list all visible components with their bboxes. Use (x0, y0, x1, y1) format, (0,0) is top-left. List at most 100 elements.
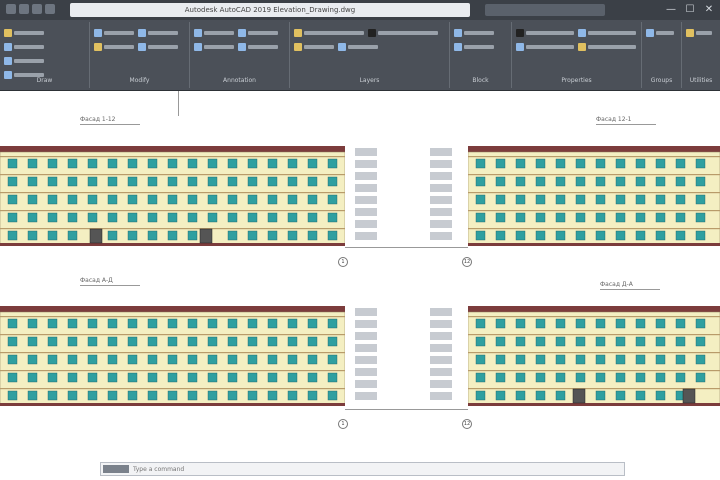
window (655, 230, 666, 241)
leader-tool-button[interactable] (194, 42, 234, 52)
window (127, 372, 138, 383)
circle-tool-button[interactable] (4, 56, 44, 66)
view-title: Фасад А-Д (80, 277, 140, 286)
window (695, 354, 706, 365)
window (287, 176, 298, 187)
plinth (468, 403, 720, 406)
window (695, 212, 706, 223)
window (515, 176, 526, 187)
window (615, 158, 626, 169)
window (7, 372, 18, 383)
trim-tool-button[interactable] (138, 42, 178, 52)
lineweight-dropdown[interactable] (516, 42, 574, 52)
table-tool-button[interactable] (238, 42, 278, 52)
window (207, 318, 218, 329)
undo-icon[interactable] (45, 4, 55, 14)
group-button[interactable] (646, 28, 674, 38)
close-button[interactable]: ✕ (702, 3, 716, 17)
window (47, 336, 58, 347)
window (267, 354, 278, 365)
match-properties-button[interactable] (578, 42, 636, 52)
window (535, 176, 546, 187)
rotate-tool-button[interactable] (94, 42, 134, 52)
linetype-dropdown[interactable] (578, 28, 636, 38)
floor-line (0, 156, 345, 158)
window (207, 354, 218, 365)
minimize-button[interactable]: — (664, 3, 678, 17)
dimension-tool-button[interactable] (238, 28, 278, 38)
polyline-tool-button[interactable] (4, 42, 44, 52)
axis-mark: 1 (338, 419, 348, 429)
window (495, 194, 506, 205)
window (515, 230, 526, 241)
move-tool-button[interactable] (94, 28, 134, 38)
window (7, 176, 18, 187)
create-block-button[interactable] (454, 42, 494, 52)
level-markers (355, 308, 377, 404)
window (127, 390, 138, 401)
window (595, 354, 606, 365)
new-icon[interactable] (6, 4, 16, 14)
window (475, 194, 486, 205)
command-icon[interactable] (103, 465, 129, 473)
ribbon-panel-modify: Modify (90, 22, 190, 88)
window (207, 212, 218, 223)
measure-button[interactable] (686, 28, 712, 38)
ribbon-panel-properties: Properties (512, 22, 642, 88)
window (535, 194, 546, 205)
window (147, 176, 158, 187)
window (67, 212, 78, 223)
text-tool-button[interactable] (194, 28, 234, 38)
insert-block-button[interactable] (454, 28, 494, 38)
floor-line (0, 370, 345, 372)
save-icon[interactable] (32, 4, 42, 14)
window (495, 212, 506, 223)
facade-drawing (468, 306, 720, 406)
floor-line (468, 192, 720, 194)
window (555, 158, 566, 169)
window (575, 372, 586, 383)
window (167, 158, 178, 169)
entrance-door (89, 228, 103, 244)
color-dropdown[interactable] (516, 28, 574, 38)
window (147, 230, 158, 241)
window (695, 158, 706, 169)
window (695, 176, 706, 187)
window (307, 372, 318, 383)
window (167, 390, 178, 401)
window (327, 336, 338, 347)
window (307, 176, 318, 187)
maximize-button[interactable]: ☐ (683, 3, 697, 17)
window (515, 212, 526, 223)
layer-off-button[interactable] (294, 42, 334, 52)
window (515, 194, 526, 205)
window (147, 318, 158, 329)
window (495, 336, 506, 347)
command-input[interactable] (133, 464, 613, 474)
search-input[interactable] (485, 4, 605, 16)
window (595, 390, 606, 401)
layer-freeze-button[interactable] (338, 42, 378, 52)
drawing-canvas[interactable]: Фасад 1-12 Фасад 12-1 Фасад А-Д Фасад Д-… (0, 91, 720, 456)
window (675, 372, 686, 383)
window (327, 318, 338, 329)
line-tool-button[interactable] (4, 28, 44, 38)
roof (0, 306, 345, 312)
window (207, 176, 218, 187)
window (575, 318, 586, 329)
window (187, 336, 198, 347)
window (247, 318, 258, 329)
leader-line (178, 91, 179, 116)
copy-tool-button[interactable] (138, 28, 178, 38)
layer-dropdown[interactable] (368, 28, 438, 38)
window (187, 318, 198, 329)
window (595, 336, 606, 347)
window (147, 336, 158, 347)
facade-drawing (0, 306, 345, 406)
layer-properties-button[interactable] (294, 28, 364, 38)
window (475, 390, 486, 401)
window (27, 354, 38, 365)
window (555, 372, 566, 383)
window (655, 354, 666, 365)
open-icon[interactable] (19, 4, 29, 14)
